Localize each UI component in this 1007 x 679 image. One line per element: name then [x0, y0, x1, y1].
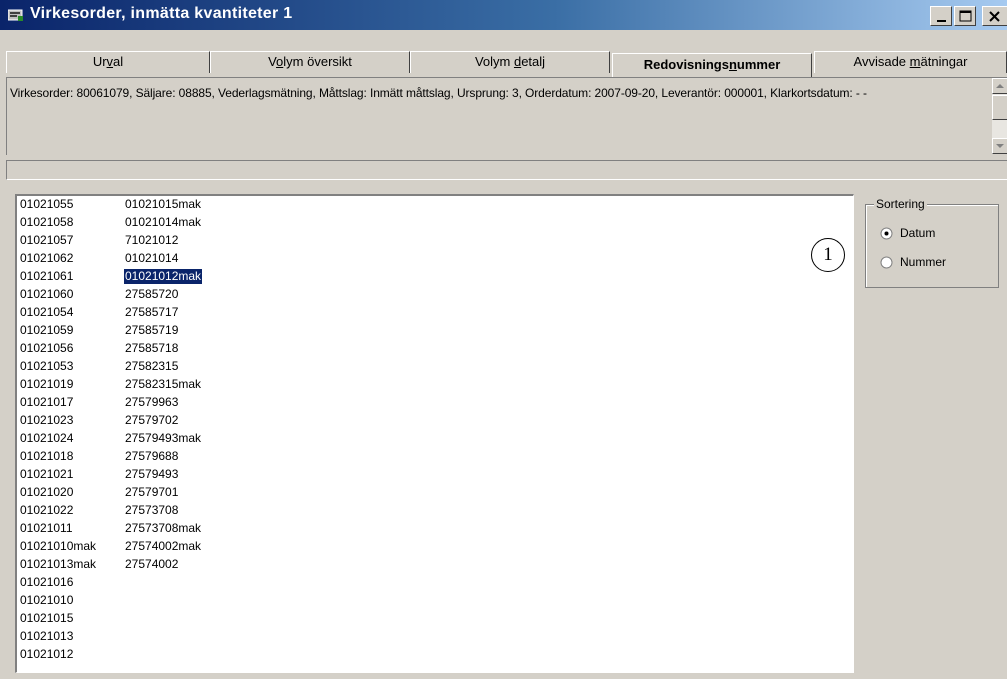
minimize-button[interactable]: [930, 6, 952, 26]
title-bar[interactable]: Virkesorder, inmätta kvantiteter 1: [0, 0, 1007, 30]
list-item-number: 01021011: [20, 521, 73, 535]
tab-volym-oversikt[interactable]: Volym översikt: [210, 51, 410, 73]
list-item-value: 27579493: [125, 467, 179, 481]
list-item-value: 27585717: [125, 305, 179, 319]
order-info-text: Virkesorder: 80061079, Säljare: 08885, V…: [10, 86, 867, 100]
list-item-number: 01021054: [20, 305, 74, 319]
number-list[interactable]: 01021055 01021015mak 01021058 01021014mak 01…: [15, 194, 854, 673]
sorting-group: Sortering Datum Nummer: [865, 197, 999, 288]
app-icon: [8, 9, 23, 21]
list-item-number: 01021013: [20, 629, 74, 643]
minimize-icon: [937, 20, 946, 22]
list-item-number: 01021017: [20, 395, 74, 409]
tab-redovisningsnummer[interactable]: Redovisningsnummer: [612, 53, 812, 77]
tab-urval[interactable]: Urval: [6, 51, 210, 73]
order-info-box[interactable]: Virkesorder: 80061079, Säljare: 08885, V…: [6, 77, 1007, 155]
list-item-value: 27582315mak: [125, 377, 202, 391]
list-item-value: 27585718: [125, 341, 179, 355]
close-button[interactable]: [982, 6, 1007, 26]
annotation-callout: 1: [810, 237, 846, 273]
list-item-value: 27573708mak: [125, 521, 202, 535]
info-scrollbar[interactable]: [992, 78, 1007, 154]
list-item-value: 27579963: [125, 395, 179, 409]
tab-volym-detalj[interactable]: Volym detalj: [410, 51, 610, 73]
list-item-value: 01021015mak: [125, 197, 202, 211]
list-item-value: 27574002: [125, 557, 179, 571]
list-item-value: 27573708: [125, 503, 179, 517]
maximize-icon: [959, 10, 972, 22]
list-item-number: 01021012: [20, 647, 74, 661]
list-item-value: 27579702: [125, 413, 179, 427]
radio-checked-icon: [880, 227, 893, 240]
list-item-value: 27585719: [125, 323, 179, 337]
radio-unchecked-icon: [880, 256, 893, 269]
list-item-number: 01021013mak: [20, 557, 97, 571]
list-item-number: 01021057: [20, 233, 74, 247]
list-item-number: 01021062: [20, 251, 74, 265]
list-item-number: 01021020: [20, 485, 74, 499]
sorting-legend: Sortering: [874, 197, 927, 211]
window-title: Virkesorder, inmätta kvantiteter 1: [30, 5, 293, 22]
list-item-value: 27579701: [125, 485, 179, 499]
arrow-up-icon: [996, 84, 1004, 88]
list-item-value: 27579688: [125, 449, 179, 463]
list-item-number: 01021022: [20, 503, 74, 517]
close-icon: [989, 11, 1000, 22]
callout-number: 1: [823, 244, 833, 265]
list-item-value: 27579493mak: [125, 431, 202, 445]
scroll-up-button[interactable]: [992, 78, 1007, 94]
list-item-number: 01021021: [20, 467, 74, 481]
list-item-number: 01021010mak: [20, 539, 97, 553]
list-item-value: 01021014mak: [125, 215, 202, 229]
list-item-number: 01021060: [20, 287, 74, 301]
list-item-number: 01021023: [20, 413, 74, 427]
list-item-number: 01021053: [20, 359, 74, 373]
list-item-number: 01021010: [20, 593, 74, 607]
maximize-button[interactable]: [954, 6, 976, 26]
list-item-value: 27585720: [125, 287, 179, 301]
list-item-value: 01021014: [125, 251, 179, 265]
list-item-value: 71021012: [125, 233, 179, 247]
list-item-number: 01021059: [20, 323, 74, 337]
list-item-number: 01021019: [20, 377, 74, 391]
list-item-number: 01021018: [20, 449, 74, 463]
list-item-number: 01021055: [20, 197, 74, 211]
list-item-value: 27574002mak: [125, 539, 202, 553]
status-field: [6, 160, 1007, 180]
arrow-down-icon: [996, 144, 1004, 148]
list-item-number: 01021024: [20, 431, 74, 445]
scroll-thumb[interactable]: [992, 95, 1007, 120]
list-item-value: 27582315: [125, 359, 179, 373]
list-item-selected-value: 01021012mak: [122, 268, 204, 285]
tab-avvisade-matningar[interactable]: Avvisade mätningar: [814, 51, 1007, 73]
list-item-number: 01021061: [20, 269, 74, 283]
list-item-number: 01021016: [20, 575, 74, 589]
list-item-number: 01021058: [20, 215, 74, 229]
list-item-number: 01021015: [20, 611, 74, 625]
list-item-number: 01021056: [20, 341, 74, 355]
scroll-down-button[interactable]: [992, 138, 1007, 154]
